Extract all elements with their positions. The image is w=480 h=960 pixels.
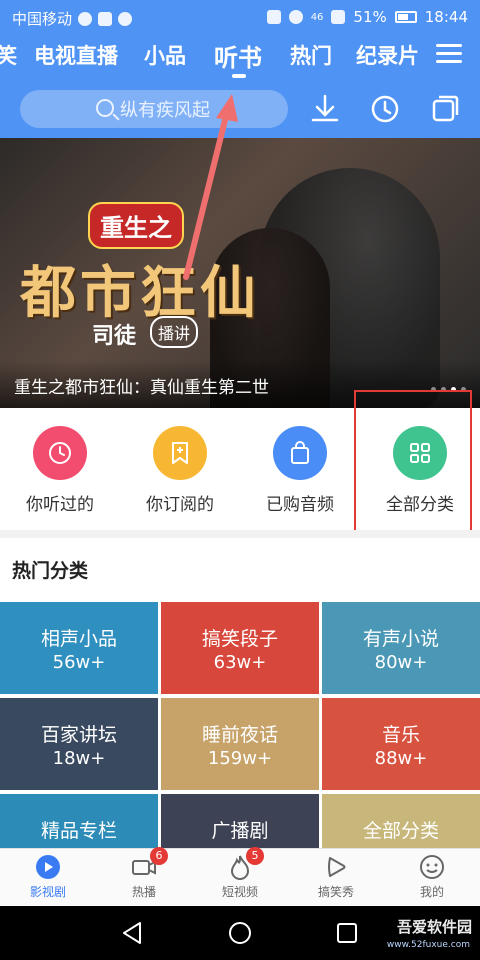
status-bar: 中国移动 46 51% 18:44: [0, 0, 480, 34]
category-tile[interactable]: 全部分类: [322, 794, 480, 848]
search-bar[interactable]: 纵有疾风起: [20, 90, 288, 128]
category-count: 88w+: [374, 748, 428, 769]
nav-item-short-video[interactable]: 5 短视频: [192, 847, 288, 900]
banner-tag: 重生之: [88, 202, 184, 249]
banner-author: 司徒: [92, 324, 137, 349]
nav-item-trending[interactable]: 6 热播: [96, 847, 192, 900]
copy-icon[interactable]: [428, 92, 462, 126]
tab-tv-live[interactable]: 电视直播: [34, 40, 118, 70]
nav-label: 热播: [131, 885, 156, 899]
search-placeholder: 纵有疾风起: [120, 100, 210, 121]
home-icon[interactable]: [227, 920, 253, 946]
watermark-logo: 吾爱软件园: [396, 918, 472, 936]
active-tab-indicator: [232, 74, 246, 78]
section-divider: [0, 530, 480, 538]
nav-item-profile[interactable]: 我的: [384, 853, 480, 900]
category-name: 精品专栏: [40, 820, 117, 842]
shield-icon: [78, 11, 93, 26]
tab-documentary[interactable]: 纪录片: [356, 40, 419, 70]
battery-percent: 51%: [353, 8, 387, 26]
history-shortcut-label: 你听过的: [26, 495, 94, 515]
category-name: 睡前夜话: [201, 724, 278, 746]
recents-icon[interactable]: [334, 920, 360, 946]
category-name: 音乐: [381, 724, 420, 746]
category-tile[interactable]: 有声小说 80w+: [322, 602, 480, 694]
bottom-nav: 影视剧 6 热播 5 短视频 搞笑秀 我的: [0, 847, 480, 906]
banner-title: 都市狂仙: [20, 261, 260, 326]
tab-hot[interactable]: 热门: [290, 40, 332, 70]
flame-icon: 5: [226, 847, 264, 881]
category-name: 搞笑段子: [201, 628, 278, 650]
network-label: 46: [310, 11, 324, 23]
subscribed-shortcut-label: 你订阅的: [146, 495, 214, 515]
nav-label: 我的: [419, 885, 444, 899]
category-count: 56w+: [52, 652, 106, 673]
annotation-highlight-box: [354, 390, 472, 534]
notification-badge: 6: [150, 847, 168, 865]
shopping-bag-icon: [273, 426, 327, 480]
nav-label: 搞笑秀: [317, 885, 354, 899]
mute-icon: [266, 10, 281, 24]
category-count: 18w+: [52, 748, 106, 769]
play-circle-icon: [34, 853, 62, 881]
download-icon[interactable]: [308, 92, 342, 126]
category-name: 百家讲坛: [40, 724, 117, 746]
menu-icon[interactable]: [436, 44, 462, 64]
notification-badge: 5: [246, 847, 264, 865]
banner-caption: 重生之都市狂仙：真仙重生第二世: [14, 378, 269, 398]
carrier-label: 中国移动: [12, 10, 73, 28]
purchased-shortcut-label: 已购音频: [266, 495, 334, 515]
section-title: 热门分类: [12, 560, 89, 582]
watermark-url: www.52fuxue.com: [386, 940, 470, 950]
purchased-shortcut[interactable]: 已购音频: [240, 426, 360, 515]
back-icon[interactable]: [120, 920, 146, 946]
category-tile[interactable]: 百家讲坛 18w+: [0, 698, 158, 790]
channel-tabs: 笑 电视直播 小品 听书 热门 纪录片: [0, 40, 480, 80]
category-tile[interactable]: 音乐 88w+: [322, 698, 480, 790]
battery-icon: [394, 11, 417, 23]
subscribed-shortcut[interactable]: 你订阅的: [120, 426, 240, 515]
clock-icon: [33, 426, 87, 480]
category-tile[interactable]: 精品专栏: [0, 794, 158, 848]
nav-item-tv-series[interactable]: 影视剧: [0, 853, 96, 900]
category-name: 全部分类: [362, 820, 439, 842]
wifi-icon: [288, 10, 303, 24]
tab-sketch[interactable]: 小品: [144, 40, 186, 70]
time-label: 18:44: [424, 8, 468, 26]
history-icon[interactable]: [368, 92, 402, 126]
category-name: 广播剧: [211, 820, 269, 842]
category-count: 159w+: [207, 748, 273, 769]
smiley-icon: [418, 853, 446, 881]
category-count: 80w+: [374, 652, 428, 673]
top-header: 中国移动 46 51% 18:44 笑 电视直播 小品 听书 热门 纪录片 纵有…: [0, 0, 480, 138]
nav-label: 短视频: [221, 885, 258, 899]
play-outline-icon: [322, 853, 350, 881]
search-icon: [96, 99, 114, 117]
tab-audiobook[interactable]: 听书: [214, 38, 262, 73]
category-name: 有声小说: [362, 628, 439, 650]
signal-icon: [331, 10, 346, 24]
category-name: 相声小品: [40, 628, 117, 650]
download-status-icon: [98, 11, 113, 26]
bookmark-plus-icon: [153, 426, 207, 480]
nav-item-funny-show[interactable]: 搞笑秀: [288, 853, 384, 900]
category-tile[interactable]: 搞笑段子 63w+: [161, 602, 319, 694]
category-tile[interactable]: 睡前夜话 159w+: [161, 698, 319, 790]
category-tile[interactable]: 相声小品 56w+: [0, 602, 158, 694]
banner-role-badge: 播讲: [150, 316, 199, 348]
video-camera-icon: 6: [130, 847, 168, 881]
tab-comedy[interactable]: 笑: [0, 40, 17, 70]
nav-label: 影视剧: [29, 885, 66, 899]
history-shortcut[interactable]: 你听过的: [0, 426, 120, 515]
wechat-icon: [118, 11, 133, 26]
category-count: 63w+: [213, 652, 267, 673]
category-tile[interactable]: 广播剧: [161, 794, 319, 848]
featured-banner[interactable]: 重生之 都市狂仙 司徒 播讲 重生之都市狂仙：真仙重生第二世: [0, 138, 480, 408]
